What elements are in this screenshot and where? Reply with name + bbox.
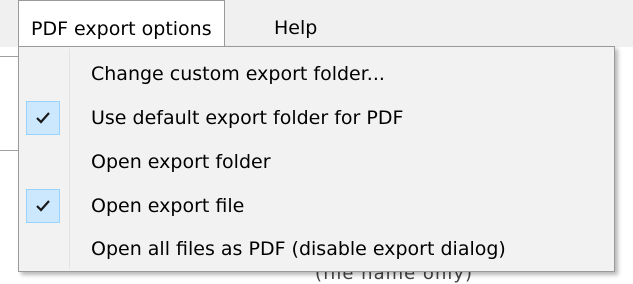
checkmark-box <box>26 189 60 223</box>
checkmark-box <box>26 101 60 135</box>
menu-item-label: Change custom export folder... <box>91 63 385 85</box>
menu-item-open-export-file[interactable]: Open export file <box>21 184 612 228</box>
menubar: PDF export options Help <box>0 0 633 47</box>
menu-help-label: Help <box>274 17 318 39</box>
menu-item-label: Use default export folder for PDF <box>91 107 404 129</box>
background-divider <box>0 56 18 57</box>
menu-help[interactable]: Help <box>262 0 329 47</box>
menu-item-label: Open export file <box>91 195 245 217</box>
menu-pdf-export-options-label: PDF export options <box>31 18 212 40</box>
pdf-export-options-dropdown: Change custom export folder... Use defau… <box>18 46 615 272</box>
background-divider <box>0 150 18 151</box>
menu-item-open-export-folder[interactable]: Open export folder <box>21 140 612 184</box>
menu-item-open-all-files-as-pdf[interactable]: Open all files as PDF (disable export di… <box>21 227 612 271</box>
checkmark-icon <box>36 200 50 212</box>
menu-item-change-custom-export-folder[interactable]: Change custom export folder... <box>21 52 612 96</box>
menu-item-label: Open all files as PDF (disable export di… <box>91 238 506 260</box>
menu-pdf-export-options[interactable]: PDF export options <box>18 0 225 47</box>
menu-item-use-default-export-folder[interactable]: Use default export folder for PDF <box>21 96 612 140</box>
menu-item-label: Open export folder <box>91 151 271 173</box>
checkmark-icon <box>36 112 50 124</box>
